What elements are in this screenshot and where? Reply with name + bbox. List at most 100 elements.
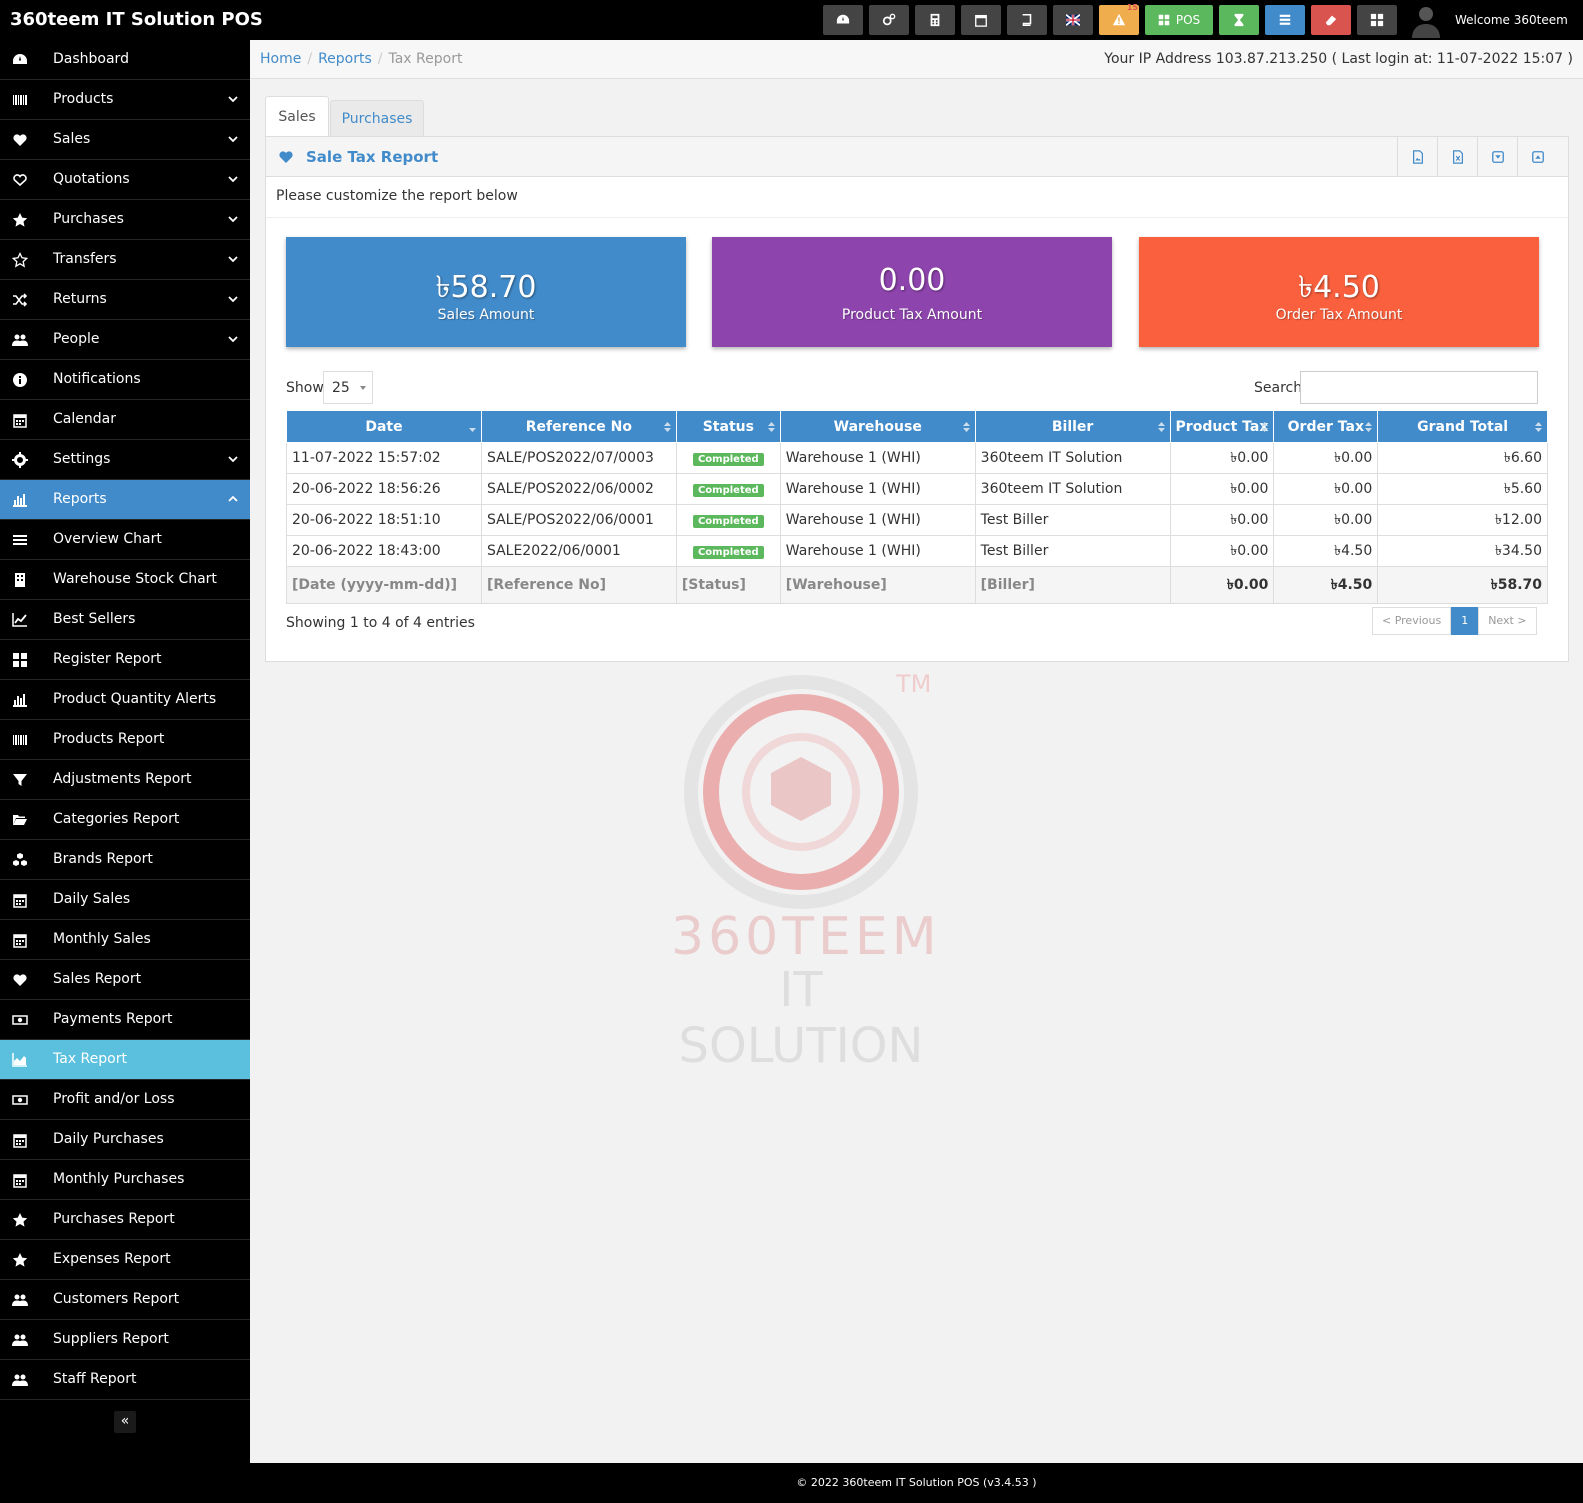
column-header-product-tax[interactable]: Product Tax (1169, 410, 1275, 443)
sidebar-item-transfers[interactable]: Transfers (0, 240, 250, 280)
sidebar-item-label: Dashboard (53, 51, 129, 67)
filter-biller[interactable]: [Biller] (974, 566, 1171, 604)
sidebar-item-expenses-report[interactable]: Expenses Report (0, 1240, 250, 1280)
welcome-text[interactable]: Welcome 360teem (1455, 13, 1568, 27)
grid-button[interactable] (1357, 5, 1397, 35)
sidebar-item-overview-chart[interactable]: Overview Chart (0, 520, 250, 560)
sidebar-item-staff-report[interactable]: Staff Report (0, 1360, 250, 1400)
column-header-biller[interactable]: Biller (974, 410, 1171, 443)
cell-biller: Test Biller (974, 535, 1171, 567)
settings-button[interactable] (869, 5, 909, 35)
cell-product-tax: ৳0.00 (1169, 504, 1275, 536)
page-1-button[interactable]: 1 (1451, 607, 1479, 635)
page-length-select[interactable]: 25 (323, 371, 373, 404)
sidebar-item-settings[interactable]: Settings (0, 440, 250, 480)
sidebar-item-notifications[interactable]: Notifications (0, 360, 250, 400)
sidebar-collapse-button[interactable]: « (114, 1411, 136, 1433)
sidebar-item-reports[interactable]: Reports (0, 480, 250, 520)
pos-button[interactable]: POS (1145, 5, 1213, 35)
export-image-button[interactable] (1397, 137, 1437, 177)
filter-date[interactable]: [Date (yyyy-mm-dd)] (286, 566, 482, 604)
cell-order-tax: ৳4.50 (1273, 535, 1379, 567)
column-header-status[interactable]: Status (675, 410, 781, 443)
sidebar-item-tax-report[interactable]: Tax Report (0, 1040, 250, 1080)
building-icon (15, 573, 25, 587)
users-icon (12, 1334, 28, 1346)
sidebar-item-suppliers-report[interactable]: Suppliers Report (0, 1320, 250, 1360)
sidebar-item-purchases[interactable]: Purchases (0, 200, 250, 240)
collapse-panel-button[interactable] (1517, 137, 1557, 177)
language-button[interactable] (1053, 5, 1093, 35)
caret-up-square-icon (1531, 151, 1544, 163)
sidebar-item-daily-sales[interactable]: Daily Sales (0, 880, 250, 920)
sidebar-item-monthly-sales[interactable]: Monthly Sales (0, 920, 250, 960)
chevron-down-icon (228, 136, 238, 143)
previous-page-button[interactable]: < Previous (1372, 607, 1452, 635)
sidebar-item-label: Monthly Purchases (53, 1171, 185, 1187)
tab-sales[interactable]: Sales (265, 96, 329, 137)
sidebar-item-payments-report[interactable]: Payments Report (0, 1000, 250, 1040)
user-avatar-icon[interactable] (1408, 2, 1444, 38)
sidebar-item-customers-report[interactable]: Customers Report (0, 1280, 250, 1320)
table-row[interactable]: 11-07-2022 15:57:02 SALE/POS2022/07/0003 C… (286, 442, 1548, 474)
filter-reference[interactable]: [Reference No] (480, 566, 677, 604)
calculator-button[interactable] (915, 5, 955, 35)
table-row[interactable]: 20-06-2022 18:43:00 SALE2022/06/0001 Compl… (286, 535, 1548, 567)
export-excel-button[interactable] (1437, 137, 1477, 177)
sidebar-item-returns[interactable]: Returns (0, 280, 250, 320)
sidebar-item-dashboard[interactable]: Dashboard (0, 40, 250, 80)
warning-icon (1112, 13, 1126, 26)
sidebar-item-label: Settings (53, 451, 111, 467)
search-label: Search (1254, 380, 1303, 396)
column-header-reference[interactable]: Reference No (480, 410, 677, 443)
sidebar-item-label: Customers Report (53, 1291, 180, 1307)
sidebar-item-profit-and-or-loss[interactable]: Profit and/or Loss (0, 1080, 250, 1120)
filter-warehouse[interactable]: [Warehouse] (779, 566, 976, 604)
sidebar-item-people[interactable]: People (0, 320, 250, 360)
sidebar-item-best-sellers[interactable]: Best Sellers (0, 600, 250, 640)
alerts-button[interactable]: 15 (1099, 3, 1139, 35)
app-title[interactable]: 360teem IT Solution POS (10, 9, 263, 30)
sidebar-item-adjustments-report[interactable]: Adjustments Report (0, 760, 250, 800)
clear-button[interactable] (1311, 5, 1351, 35)
sidebar-item-monthly-purchases[interactable]: Monthly Purchases (0, 1160, 250, 1200)
sidebar-item-label: Monthly Sales (53, 931, 151, 947)
next-page-button[interactable]: Next > (1478, 607, 1537, 635)
sidebar-item-sales-report[interactable]: Sales Report (0, 960, 250, 1000)
breadcrumb-reports[interactable]: Reports (318, 51, 372, 67)
dashboard-button[interactable] (823, 5, 863, 35)
sidebar-item-quotations[interactable]: Quotations (0, 160, 250, 200)
sidebar-item-purchases-report[interactable]: Purchases Report (0, 1200, 250, 1240)
total-grand-total: ৳58.70 (1377, 566, 1548, 604)
dashboard-icon (836, 14, 850, 24)
sidebar-item-brands-report[interactable]: Brands Report (0, 840, 250, 880)
search-input[interactable] (1300, 371, 1538, 404)
column-header-order-tax[interactable]: Order Tax (1273, 410, 1379, 443)
chevron-down-icon (228, 96, 238, 103)
sidebar-item-daily-purchases[interactable]: Daily Purchases (0, 1120, 250, 1160)
hourglass-button[interactable] (1219, 5, 1259, 35)
sidebar-item-register-report[interactable]: Register Report (0, 640, 250, 680)
sidebar-item-categories-report[interactable]: Categories Report (0, 800, 250, 840)
sidebar-item-calendar[interactable]: Calendar (0, 400, 250, 440)
sidebar-item-product-quantity-alerts[interactable]: Product Quantity Alerts (0, 680, 250, 720)
column-header-date[interactable]: Date (286, 410, 482, 443)
calendar-icon (13, 1134, 27, 1148)
column-header-warehouse[interactable]: Warehouse (779, 410, 976, 443)
toggle-form-button[interactable] (1477, 137, 1517, 177)
filter-status[interactable]: [Status] (675, 566, 781, 604)
list-view-button[interactable] (1265, 5, 1305, 35)
list-button[interactable] (1007, 5, 1047, 35)
column-header-grand-total[interactable]: Grand Total (1377, 410, 1548, 443)
calendar-button[interactable] (961, 5, 1001, 35)
breadcrumb-bar: Home / Reports / Tax Report Your IP Address … (250, 40, 1583, 79)
chevron-down-icon (360, 386, 366, 390)
sidebar-item-warehouse-stock-chart[interactable]: Warehouse Stock Chart (0, 560, 250, 600)
breadcrumb-home[interactable]: Home (260, 51, 301, 67)
sidebar-item-products[interactable]: Products (0, 80, 250, 120)
tab-purchases[interactable]: Purchases (330, 100, 424, 136)
sidebar-item-products-report[interactable]: Products Report (0, 720, 250, 760)
table-row[interactable]: 20-06-2022 18:51:10 SALE/POS2022/06/0001 C… (286, 504, 1548, 536)
table-row[interactable]: 20-06-2022 18:56:26 SALE/POS2022/06/0002 C… (286, 473, 1548, 505)
sidebar-item-sales[interactable]: Sales (0, 120, 250, 160)
